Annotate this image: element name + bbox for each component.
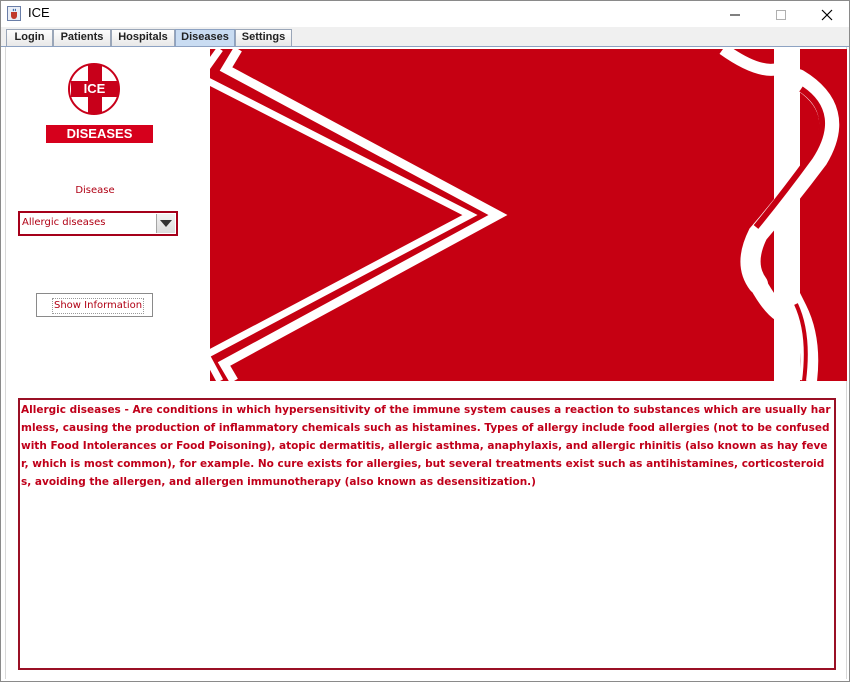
app-window: ICE Login Patients Hospitals Diseases Se… xyxy=(0,0,850,682)
minimize-icon xyxy=(730,14,740,16)
disease-label: Disease xyxy=(75,185,115,196)
tab-login[interactable]: Login xyxy=(6,29,53,46)
show-information-button[interactable]: Show Information xyxy=(36,293,153,317)
close-button[interactable] xyxy=(804,1,850,27)
medical-banner-graphic xyxy=(198,49,847,381)
tab-hospitals[interactable]: Hospitals xyxy=(111,29,175,46)
disease-select-value: Allergic diseases xyxy=(22,217,106,228)
show-information-label: Show Information xyxy=(52,298,145,314)
title-bar[interactable]: ICE xyxy=(1,1,849,27)
disease-info-textarea[interactable]: Allergic diseases - Are conditions in wh… xyxy=(18,398,836,670)
close-icon xyxy=(821,9,833,21)
chevron-down-icon xyxy=(160,220,172,227)
tab-diseases[interactable]: Diseases xyxy=(175,29,235,47)
disease-info-text: Allergic diseases - Are conditions in wh… xyxy=(21,404,831,488)
disease-select[interactable]: Allergic diseases xyxy=(18,211,178,236)
minimize-button[interactable] xyxy=(712,1,758,27)
maximize-icon xyxy=(776,10,786,20)
java-cup-icon[interactable] xyxy=(7,6,21,21)
maximize-button[interactable] xyxy=(758,1,804,27)
window-title: ICE xyxy=(28,5,50,20)
ice-logo-text: ICE xyxy=(83,81,106,96)
disease-select-arrow[interactable] xyxy=(156,214,175,233)
tab-patients[interactable]: Patients xyxy=(53,29,111,46)
diseases-banner-label: DISEASES xyxy=(46,125,153,143)
tab-settings[interactable]: Settings xyxy=(235,29,292,46)
